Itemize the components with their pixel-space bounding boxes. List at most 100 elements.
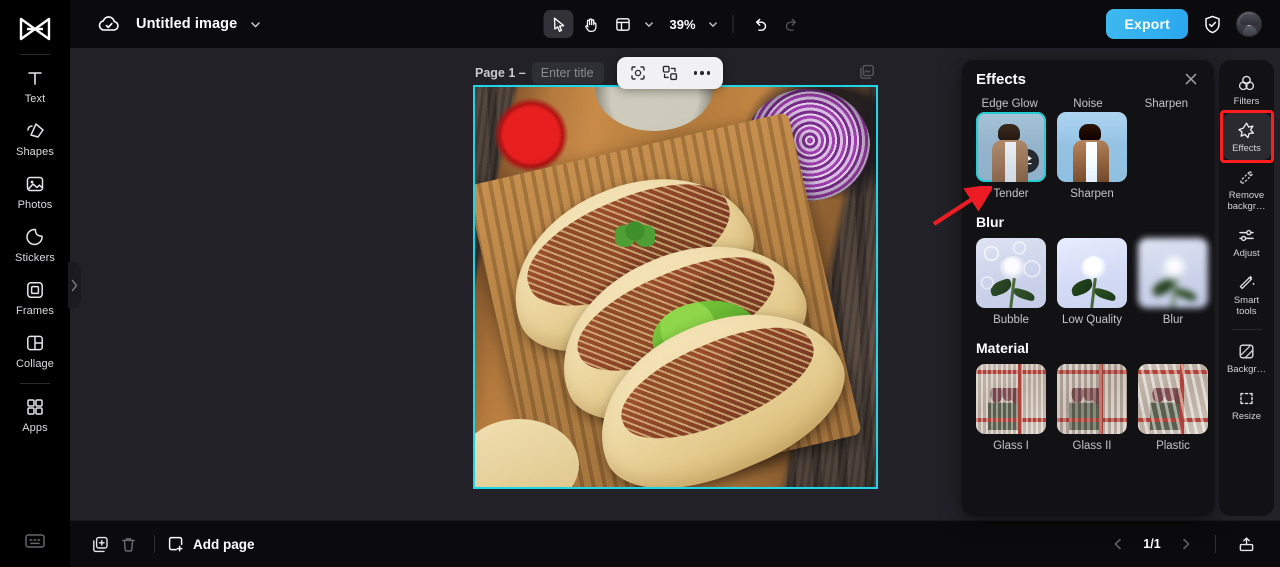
capcut-logo-icon[interactable]: [12, 10, 58, 48]
cloud-saved-icon[interactable]: [96, 11, 122, 37]
effects-row-material: Glass I Glass II Plastic: [976, 364, 1208, 452]
hand-pan-icon[interactable]: [575, 10, 605, 38]
cutout-select-icon[interactable]: [623, 60, 653, 86]
selected-image[interactable]: [473, 85, 878, 489]
effect-item-blur[interactable]: Blur: [1138, 238, 1208, 326]
effects-row-blur: Bubble Low Quality Blur: [976, 238, 1208, 326]
layers-stack-icon[interactable]: [856, 61, 878, 83]
rail-item-resize[interactable]: Resize: [1223, 381, 1271, 428]
rail-item-label: Remove backgr…: [1227, 190, 1266, 212]
sidebar-item-label: Collage: [15, 358, 54, 370]
page-title-input[interactable]: [531, 62, 604, 84]
cursor-arrow-icon[interactable]: [543, 10, 574, 38]
photos-icon: [24, 173, 46, 195]
effect-item-bubble[interactable]: Bubble: [976, 238, 1046, 326]
resize-icon: [1237, 388, 1257, 408]
sidebar-collapse-handle[interactable]: [68, 262, 81, 308]
close-icon[interactable]: [1180, 68, 1202, 90]
rail-item-background[interactable]: Backgr…: [1223, 334, 1271, 381]
sidebar-item-collage[interactable]: Collage: [4, 324, 66, 377]
sidebar-item-text[interactable]: Text: [4, 59, 66, 112]
thumb-label: Tender: [993, 188, 1029, 200]
shield-check-icon[interactable]: [1200, 12, 1224, 36]
effects-row-portrait: Tender Sharpen: [976, 112, 1200, 200]
avatar[interactable]: [1236, 11, 1262, 37]
section-heading-material: Material: [976, 340, 1029, 356]
effect-item-low-quality[interactable]: Low Quality: [1057, 238, 1127, 326]
thumb-label: Sharpen: [1144, 98, 1189, 110]
undo-icon[interactable]: [745, 10, 775, 38]
effects-panel-body[interactable]: Edge Glow Noise Sharpen Tender Sharpen B…: [962, 98, 1214, 516]
thumb-label: Glass II: [1072, 440, 1112, 452]
effect-thumbnail[interactable]: [1138, 364, 1208, 434]
left-sidebar: Text Shapes Photos Stickers Frames Colla…: [0, 0, 70, 567]
effect-item-tender[interactable]: Tender: [976, 112, 1046, 200]
top-right-group: Export: [1106, 9, 1268, 39]
thumb-label: Sharpen: [1070, 188, 1114, 200]
sidebar-item-stickers[interactable]: Stickers: [4, 218, 66, 271]
panel-title: Effects: [976, 70, 1027, 88]
page-counter: 1/1: [1143, 537, 1161, 551]
effect-thumbnail[interactable]: [1057, 112, 1127, 182]
bottom-divider-right: [1215, 535, 1216, 553]
rail-item-smart-tools[interactable]: Smart tools: [1223, 265, 1271, 323]
add-page-label: Add page: [193, 536, 255, 552]
adjust-sliders-icon[interactable]: [1015, 149, 1039, 173]
effect-thumbnail[interactable]: [1138, 238, 1208, 308]
frames-icon: [24, 279, 46, 301]
thumb-label: Blur: [1162, 314, 1184, 326]
page-navigation: 1/1: [1105, 530, 1264, 558]
zoom-level[interactable]: 39%: [659, 17, 701, 32]
image-floating-toolbar: [617, 57, 723, 89]
effect-item-glass-1[interactable]: Glass I: [976, 364, 1046, 452]
document-title[interactable]: Untitled image: [136, 16, 237, 32]
layout-chevron-down-icon[interactable]: [639, 11, 657, 37]
rail-item-label: Effects: [1232, 143, 1261, 154]
effect-thumbnail[interactable]: [1057, 238, 1127, 308]
effect-thumbnail[interactable]: [1057, 364, 1127, 434]
effect-thumbnail[interactable]: [976, 238, 1046, 308]
more-options-icon[interactable]: [687, 60, 717, 86]
section-heading-blur: Blur: [976, 214, 1004, 230]
sidebar-item-frames[interactable]: Frames: [4, 271, 66, 324]
effect-thumbnail[interactable]: [976, 364, 1046, 434]
right-tool-rail: Filters Effects Remove backgr… Adjust Sm…: [1219, 60, 1274, 516]
replace-image-icon[interactable]: [655, 60, 685, 86]
export-upload-icon[interactable]: [1232, 530, 1260, 558]
keyboard-shortcuts-icon[interactable]: [23, 529, 47, 553]
export-button[interactable]: Export: [1106, 9, 1188, 39]
zoom-chevron-down-icon[interactable]: [704, 11, 722, 37]
redo-icon[interactable]: [777, 10, 807, 38]
thumb-label: Edge Glow: [981, 98, 1038, 110]
rail-item-effects[interactable]: Effects: [1222, 113, 1271, 160]
collage-icon: [24, 332, 46, 354]
remove-bg-icon: [1237, 167, 1257, 187]
rail-item-label: Filters: [1233, 96, 1260, 107]
chevron-right-icon[interactable]: [1173, 531, 1199, 557]
page-label: Page 1 –: [475, 66, 526, 80]
sidebar-item-shapes[interactable]: Shapes: [4, 112, 66, 165]
duplicate-page-icon[interactable]: [86, 530, 114, 558]
rail-item-adjust[interactable]: Adjust: [1223, 218, 1271, 265]
sidebar-item-photos[interactable]: Photos: [4, 165, 66, 218]
tacos-photo: [475, 87, 876, 487]
sidebar-item-label: Stickers: [15, 252, 55, 264]
effects-panel: Effects Edge Glow Noise Sharpen Tender S…: [962, 60, 1214, 516]
chevron-down-icon[interactable]: [249, 18, 262, 31]
effect-item-plastic[interactable]: Plastic: [1138, 364, 1208, 452]
thumb-label: Low Quality: [1061, 314, 1123, 326]
sidebar-divider-bottom: [20, 383, 50, 384]
page-header: Page 1 –: [475, 62, 604, 84]
smart-tools-icon: [1237, 272, 1257, 292]
effect-item-sharpen[interactable]: Sharpen: [1057, 112, 1127, 200]
effect-item-glass-2[interactable]: Glass II: [1057, 364, 1127, 452]
rail-item-remove-background[interactable]: Remove backgr…: [1223, 160, 1271, 218]
add-page-button[interactable]: Add page: [167, 535, 255, 553]
layout-grid-icon[interactable]: [607, 10, 637, 38]
thumb-label: Glass I: [993, 440, 1029, 452]
sidebar-item-apps[interactable]: Apps: [4, 388, 66, 441]
rail-item-filters[interactable]: Filters: [1223, 66, 1271, 113]
trash-icon[interactable]: [114, 530, 142, 558]
chevron-left-icon[interactable]: [1105, 531, 1131, 557]
effect-thumbnail[interactable]: [976, 112, 1046, 182]
